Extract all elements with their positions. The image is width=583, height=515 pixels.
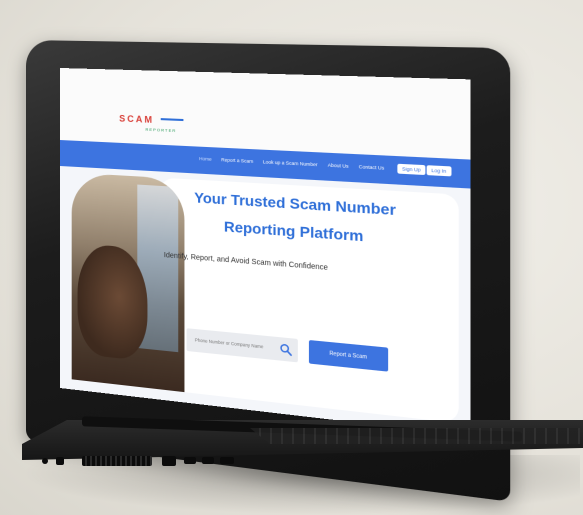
nav-report-scam[interactable]: Report a Scam xyxy=(221,157,253,164)
hero-image xyxy=(72,173,185,392)
search-placeholder: Phone Number or Company Name xyxy=(195,337,264,349)
nav-lookup-number[interactable]: Look up a Scam Number xyxy=(263,159,318,167)
vent-grille xyxy=(82,456,152,466)
logo-underline xyxy=(161,118,184,121)
nav-about[interactable]: About Us xyxy=(328,162,349,168)
ethernet-port-icon xyxy=(162,456,176,466)
keyboard xyxy=(250,428,580,444)
laptop-screen: SCAM REPORTER Home Report a Scam Look up… xyxy=(60,68,471,436)
logo-main-text: SCAM xyxy=(119,113,154,125)
audio-port-icon xyxy=(42,458,48,464)
usb-port-icon xyxy=(184,457,196,464)
power-port-icon xyxy=(56,457,64,465)
laptop-ports xyxy=(42,452,292,470)
nav-contact[interactable]: Contact Us xyxy=(359,164,384,171)
login-button[interactable]: Log In xyxy=(427,165,451,176)
nav-home[interactable]: Home xyxy=(199,156,212,162)
nav-links: Home Report a Scam Look up a Scam Number… xyxy=(199,156,384,171)
site-logo[interactable]: SCAM REPORTER xyxy=(119,108,183,133)
search-icon[interactable] xyxy=(279,342,292,356)
usb-port-icon-2 xyxy=(202,457,214,464)
hdmi-port-icon xyxy=(220,457,234,464)
signup-button[interactable]: Sign Up xyxy=(397,164,425,175)
